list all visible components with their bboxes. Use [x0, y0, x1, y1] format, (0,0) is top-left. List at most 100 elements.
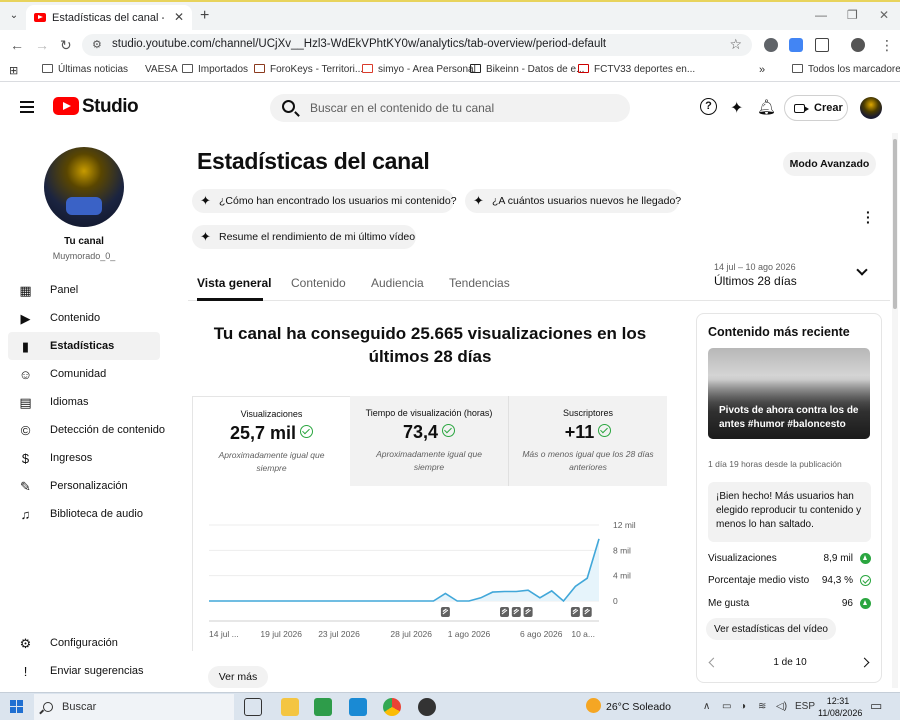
tray-icon[interactable]: ◑ [740, 701, 746, 712]
magic-wand-icon: ✎ [20, 479, 31, 494]
sidebar-item-settings[interactable]: ⚙ Configuración [8, 629, 160, 657]
studio-logo-text[interactable]: Studio [82, 96, 139, 118]
metric-card-subscribers[interactable]: Suscriptores +11 Más o menos igual que l… [508, 396, 667, 486]
sidebar-item-content-detection[interactable]: © Detección de contenido [8, 416, 165, 444]
ask-chip-discovery[interactable]: ✦ ¿Cómo han encontrado los usuarios mi c… [192, 189, 457, 213]
new-tab-plus-icon[interactable]: + [200, 7, 209, 25]
sidebar-item-audio-library[interactable]: ♫ Biblioteca de audio [8, 500, 160, 528]
scrollbar-thumb[interactable] [893, 139, 897, 309]
browser-tab-bar: ⌄ Estadísticas del canal - YouTube Studi… [0, 0, 900, 32]
account-avatar[interactable] [860, 97, 882, 119]
youtube-logo-icon[interactable] [53, 97, 79, 115]
views-chart-svg[interactable]: 12 mil 8 mil 4 mil 0 14 jul ... 19 jul 2026 23… [193, 486, 668, 651]
all-bookmarks[interactable]: Todos los marcadores [792, 64, 900, 75]
obs-icon[interactable] [418, 698, 436, 716]
site-info-icon[interactable]: ⚙ [92, 38, 102, 51]
browser-menu-icon[interactable]: ⋮ [880, 37, 894, 54]
clock[interactable]: 12:31 11/08/2026 [818, 695, 862, 719]
wifi-icon[interactable]: ≋ [758, 701, 766, 712]
bookmark-item[interactable]: FCTV33 deportes en... [578, 64, 695, 75]
more-options-icon[interactable]: · · · [866, 205, 871, 229]
weather-sun-icon[interactable] [586, 698, 601, 713]
bookmark-item[interactable]: simyo - Area Personal [362, 64, 476, 75]
sidebar-item-content[interactable]: ▶︎ Contenido [8, 304, 160, 332]
sidebar-item-label: Enviar sugerencias [50, 665, 144, 677]
minimize-icon[interactable]: — [815, 8, 827, 22]
windows-start-icon[interactable] [10, 700, 24, 714]
tab-audience[interactable]: Audiencia [371, 276, 424, 290]
sidebar-item-community[interactable]: ☺ Comunidad [8, 360, 160, 388]
channel-avatar[interactable] [44, 147, 124, 227]
omnibox[interactable]: ⚙ studio.youtube.com/channel/UCjXv__Hzl3… [82, 34, 752, 56]
sidebar-item-panel[interactable]: ▦ Panel [8, 276, 160, 304]
ask-chip-new-viewers[interactable]: ✦ ¿A cuántos usuarios nuevos he llegado? [465, 189, 681, 213]
task-view-icon[interactable] [244, 698, 262, 716]
back-arrow-icon[interactable]: ← [10, 37, 24, 53]
tray-icon[interactable]: ▭ [722, 701, 731, 712]
help-icon[interactable]: ? [700, 98, 717, 115]
arrow-up-icon [860, 553, 871, 564]
tab-overview[interactable]: Vista general [197, 276, 271, 290]
chevron-down-icon[interactable] [856, 264, 868, 276]
page-scrollbar[interactable] [892, 133, 898, 688]
taskbar-search[interactable]: Buscar [34, 694, 234, 720]
extension-globe-icon[interactable] [764, 38, 778, 52]
sparkle-icon[interactable]: ✦ [730, 98, 743, 118]
period-range[interactable]: 14 jul – 10 ago 2026 [714, 262, 796, 272]
restore-icon[interactable]: ❐ [847, 8, 858, 22]
sidebar-item-label: Biblioteca de audio [50, 508, 143, 520]
weather-text[interactable]: 26°C Soleado [606, 701, 671, 713]
sidebar-item-label: Configuración [50, 637, 118, 649]
create-button[interactable]: Crear [784, 95, 848, 121]
advanced-mode-button[interactable]: Modo Avanzado [783, 152, 876, 176]
period-selector[interactable]: Últimos 28 días [714, 274, 797, 288]
tab-search-chevron-icon[interactable]: ⌄ [6, 8, 22, 24]
close-tab-icon[interactable]: ✕ [174, 10, 184, 24]
sidebar-item-feedback[interactable]: ! Enviar sugerencias [8, 657, 160, 685]
close-window-icon[interactable]: ✕ [879, 8, 889, 22]
bookmark-star-icon[interactable]: ☆ [729, 36, 742, 53]
tray-chevron-icon[interactable]: ∧ [703, 701, 710, 712]
video-thumbnail[interactable]: Pivots de ahora contra los de antes #hum… [708, 348, 870, 439]
notifications-icon[interactable]: ▭ [870, 698, 882, 714]
sidebar-item-customization[interactable]: ✎ Personalización [8, 472, 160, 500]
language-indicator[interactable]: ESP [795, 701, 815, 712]
notifications-bell-icon[interactable]: 🔔︎ [757, 98, 776, 116]
forward-arrow-icon[interactable]: → [35, 37, 49, 53]
profile-icon[interactable] [851, 38, 865, 52]
app-icon[interactable] [349, 698, 367, 716]
view-video-analytics-button[interactable]: Ver estadísticas del vídeo [706, 618, 836, 640]
chrome-icon[interactable] [383, 698, 401, 716]
see-more-button[interactable]: Ver más [208, 666, 268, 688]
metric-card-views[interactable]: Visualizaciones 25,7 mil Aproximadamente… [192, 396, 350, 486]
bookmark-item[interactable]: VAESA [145, 64, 178, 75]
extensions-puzzle-icon[interactable] [815, 38, 829, 52]
more-bookmarks-chevron-icon[interactable]: » [759, 64, 765, 76]
translate-icon[interactable] [789, 38, 803, 52]
store-icon[interactable] [314, 698, 332, 716]
search-box[interactable] [270, 94, 630, 122]
volume-icon[interactable]: ◁) [776, 701, 787, 712]
bookmark-item[interactable]: Bikeinn - Datos de e... [470, 64, 584, 75]
search-icon[interactable] [282, 100, 295, 113]
file-explorer-icon[interactable] [281, 698, 299, 716]
sidebar-item-languages[interactable]: ▤ Idiomas [8, 388, 160, 416]
url-text[interactable]: studio.youtube.com/channel/UCjXv__Hzl3-W… [112, 38, 606, 50]
sidebar-item-label: Personalización [50, 480, 128, 492]
ask-chip-last-video[interactable]: ✦ Resume el rendimiento de mi último víd… [192, 225, 416, 249]
bookmark-item[interactable]: ForoKeys - Territori... [254, 64, 363, 75]
browser-tab[interactable]: Estadísticas del canal - YouTube Studio … [26, 5, 192, 32]
search-input[interactable] [310, 100, 610, 116]
sidebar-item-analytics[interactable]: ▮ Estadísticas [8, 332, 160, 360]
video-title[interactable]: Pivots de ahora contra los de antes #hum… [719, 404, 864, 432]
bookmark-item[interactable]: Últimas noticias [42, 64, 128, 75]
metric-card-watch-time[interactable]: Tiempo de visualización (horas) 73,4 Apr… [350, 396, 508, 486]
tab-trends[interactable]: Tendencias [449, 276, 510, 290]
reload-icon[interactable]: ↻ [60, 37, 72, 54]
sidebar-item-earn[interactable]: $ Ingresos [8, 444, 160, 472]
tab-content[interactable]: Contenido [291, 276, 346, 290]
apps-grid-icon[interactable]: ⊞ [9, 64, 18, 77]
hamburger-menu-icon[interactable] [20, 101, 34, 113]
x-tick-label: 19 jul 2026 [260, 629, 302, 639]
bookmark-item[interactable]: Importados [182, 64, 248, 75]
